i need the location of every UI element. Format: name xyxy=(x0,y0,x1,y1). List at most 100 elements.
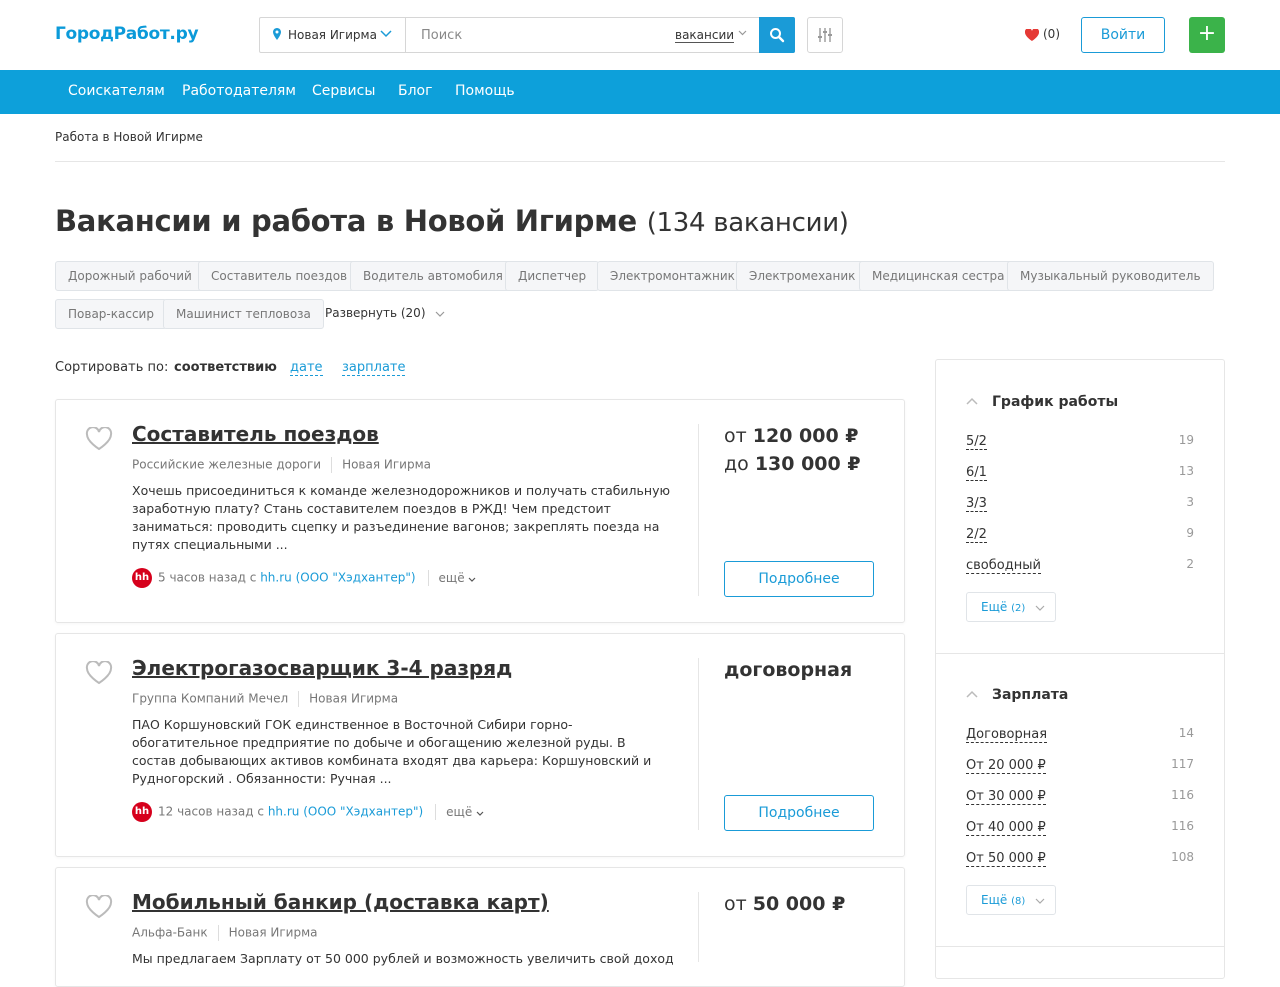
more-label: ещё xyxy=(446,804,473,819)
tag-chip[interactable]: Медицинская сестра xyxy=(859,261,1018,291)
more-label: ещё xyxy=(438,570,465,585)
salary-negotiable: договорная xyxy=(724,659,853,681)
filter-count: 117 xyxy=(1171,757,1194,771)
sort-label: Сортировать по: xyxy=(55,360,169,375)
show-more-filters-button[interactable]: Ещё (8) xyxy=(966,885,1057,915)
tag-chip[interactable]: Машинист тепловоза xyxy=(163,299,324,329)
favorites-link[interactable]: (0) xyxy=(1025,27,1060,41)
nav-blog[interactable]: Блог xyxy=(398,83,432,99)
vacancy-title[interactable]: Электрогазосварщик 3-4 разряд xyxy=(132,656,512,680)
tag-chip[interactable]: Музыкальный руководитель xyxy=(1007,261,1214,291)
company-name[interactable]: Группа Компаний Мечел xyxy=(132,692,288,706)
tag-chip[interactable]: Электромонтажник xyxy=(597,261,748,291)
vacancy-meta: Российские железные дороги Новая Игирма xyxy=(132,457,431,473)
expand-tags-button[interactable]: Развернуть (20) xyxy=(325,306,445,320)
filter-option[interactable]: От 20 000 ₽ xyxy=(966,758,1046,774)
chevron-down-icon xyxy=(476,811,484,816)
details-button[interactable]: Подробнее xyxy=(724,561,874,597)
salary-from: 120 000 ₽ xyxy=(752,425,859,447)
search-kind-selector[interactable]: вакансии xyxy=(675,28,735,43)
salary-prefix: от xyxy=(724,425,747,447)
filter-option[interactable]: Договорная xyxy=(966,727,1048,743)
filter-option[interactable]: От 30 000 ₽ xyxy=(966,789,1046,805)
nav-services[interactable]: Сервисы xyxy=(312,83,375,99)
filter-count: 3 xyxy=(1186,495,1194,509)
filter-count: 116 xyxy=(1171,788,1194,802)
salary-prefix: до xyxy=(724,453,749,475)
site-logo[interactable]: ГородРабот.ру xyxy=(55,24,199,44)
salary-prefix: от xyxy=(724,893,747,915)
vacancy-title[interactable]: Мобильный банкир (доставка карт) xyxy=(132,890,549,914)
show-more-filters-button[interactable]: Ещё (2) xyxy=(966,592,1057,622)
company-name[interactable]: Альфа-Банк xyxy=(132,926,208,940)
show-more-label: Ещё xyxy=(981,600,1008,614)
more-dropdown[interactable]: ещё xyxy=(439,571,477,585)
vacancy-description: Хочешь присоединиться к команде железнод… xyxy=(132,483,671,552)
posted-time: 5 часов назад с xyxy=(158,570,257,585)
separator xyxy=(427,570,429,586)
filter-count: 116 xyxy=(1171,819,1194,833)
vacancy-title[interactable]: Составитель поездов xyxy=(132,422,379,446)
tag-chip[interactable]: Электромеханик xyxy=(736,261,869,291)
tag-chip[interactable]: Дорожный рабочий xyxy=(55,261,205,291)
more-dropdown[interactable]: ещё xyxy=(446,805,484,819)
company-name[interactable]: Российские железные дороги xyxy=(132,458,321,472)
login-button[interactable]: Войти xyxy=(1081,17,1165,53)
city-name: Новая Игирма xyxy=(288,28,377,42)
filter-option[interactable]: 6/1 xyxy=(966,465,987,481)
add-vacancy-button[interactable]: + xyxy=(1189,17,1225,53)
filter-option[interactable]: свободный xyxy=(966,558,1041,574)
show-more-label: Ещё xyxy=(981,893,1008,907)
tag-chip[interactable]: Повар-кассир xyxy=(55,299,167,329)
filter-count: 13 xyxy=(1178,464,1194,478)
filter-option[interactable]: 2/2 xyxy=(966,527,987,543)
nav-employers[interactable]: Работодателям xyxy=(182,83,296,99)
chevron-down-icon xyxy=(469,577,476,582)
vacancy-salary: договорная xyxy=(724,656,852,684)
nav-help[interactable]: Помощь xyxy=(455,83,515,99)
filter-count: 19 xyxy=(1178,433,1194,447)
page-title-text: Вакансии и работа в Новой Игирме xyxy=(55,204,637,238)
tag-chip[interactable]: Диспетчер xyxy=(505,261,600,291)
filter-count: 2 xyxy=(1186,557,1194,571)
tag-chip[interactable]: Водитель автомобиля xyxy=(350,261,516,291)
vacancy-source: hh 5 часов назад с hh.ru (ООО "Хэдхантер"… xyxy=(132,568,476,588)
filter-option[interactable]: 3/3 xyxy=(966,496,987,512)
city-selector[interactable]: Новая Игирма xyxy=(260,18,406,52)
sort-by-date[interactable]: дате xyxy=(290,360,323,376)
sort-by-salary[interactable]: зарплате xyxy=(342,360,406,376)
filter-option[interactable]: От 50 000 ₽ xyxy=(966,851,1046,867)
favorite-heart-icon[interactable] xyxy=(85,661,113,685)
favorite-heart-icon[interactable] xyxy=(85,427,113,451)
main-nav: Соискателям Работодателям Сервисы Блог П… xyxy=(0,70,1280,114)
location-pin-icon xyxy=(273,28,281,40)
divider xyxy=(698,892,699,962)
search-bar: Новая Игирма вакансии xyxy=(259,17,795,53)
source-link[interactable]: hh.ru (ООО "Хэдхантер") xyxy=(260,571,415,585)
show-more-count: (8) xyxy=(1011,896,1026,907)
source-link[interactable]: hh.ru (ООО "Хэдхантер") xyxy=(268,805,423,819)
nav-job-seekers[interactable]: Соискателям xyxy=(68,83,165,99)
chevron-up-icon[interactable] xyxy=(966,397,978,405)
breadcrumb[interactable]: Работа в Новой Игирме xyxy=(55,130,203,144)
search-input[interactable] xyxy=(407,18,657,52)
filter-option[interactable]: 5/2 xyxy=(966,434,987,450)
filter-section-title[interactable]: Зарплата xyxy=(992,687,1068,703)
sort-current: соответствию xyxy=(174,360,277,375)
favorite-heart-icon[interactable] xyxy=(85,895,113,919)
vacancy-description: Мы предлагаем Зарплату от 50 000 рублей … xyxy=(132,951,674,966)
chevron-down-icon xyxy=(738,30,747,36)
details-button[interactable]: Подробнее xyxy=(724,795,874,831)
chevron-down-icon xyxy=(435,311,445,317)
filter-option[interactable]: От 40 000 ₽ xyxy=(966,820,1046,836)
filter-count: 9 xyxy=(1186,526,1194,540)
favorites-count: (0) xyxy=(1043,27,1060,41)
page-title: Вакансии и работа в Новой Игирме (134 ва… xyxy=(55,204,849,238)
search-button[interactable] xyxy=(759,17,795,53)
chevron-up-icon[interactable] xyxy=(966,690,978,698)
filter-section-title[interactable]: График работы xyxy=(992,394,1118,410)
filters-button[interactable] xyxy=(807,17,843,53)
divider xyxy=(936,653,1224,654)
salary-to: 130 000 ₽ xyxy=(754,453,861,475)
tag-chip[interactable]: Составитель поездов xyxy=(198,261,361,291)
